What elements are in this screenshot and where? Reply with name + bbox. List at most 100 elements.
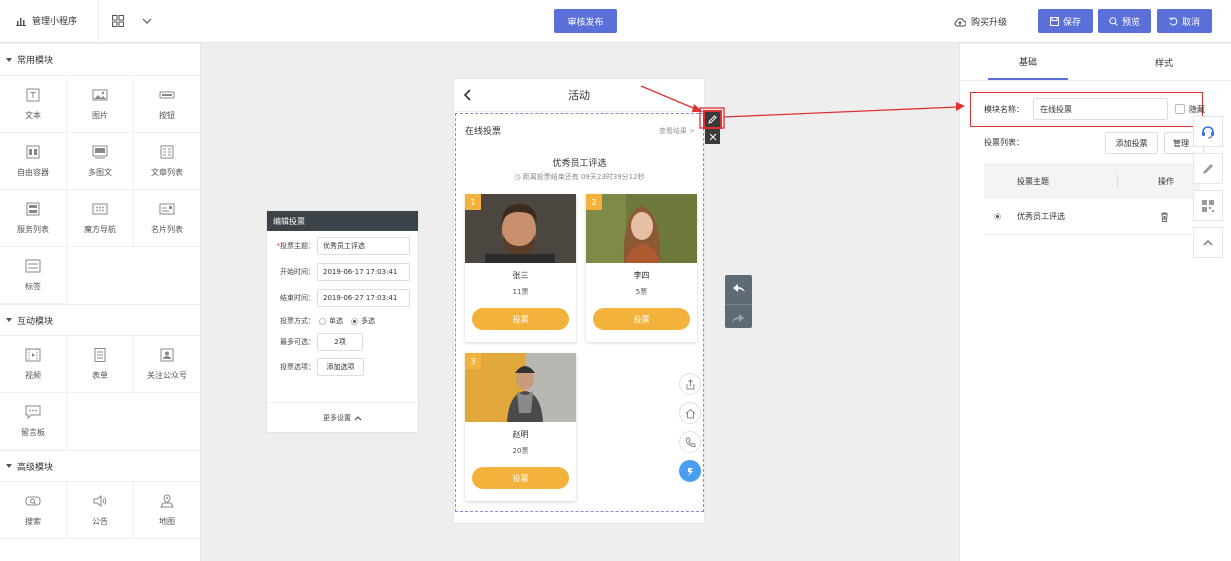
module-message-board[interactable]: 留言板: [0, 393, 67, 450]
multi-image-text-icon: [92, 145, 108, 158]
vote-button[interactable]: 投票: [472, 467, 569, 489]
cube-nav-icon: [92, 203, 108, 214]
more-settings-toggle[interactable]: 更多设置: [267, 402, 418, 433]
share-button[interactable]: [679, 373, 701, 395]
edit-vote-title: 编辑投票: [267, 211, 418, 231]
redo-icon[interactable]: [725, 305, 752, 331]
row-radio[interactable]: [994, 213, 1001, 220]
candidate-name: 赵明: [512, 430, 529, 439]
customer-service-button[interactable]: [1193, 116, 1223, 147]
module-map[interactable]: 地图: [134, 482, 200, 539]
add-vote-button[interactable]: 添加投票: [1105, 132, 1158, 154]
caret-down-icon: [6, 318, 12, 322]
start-time-input[interactable]: 2019-06-17 17:03:41: [317, 263, 410, 281]
upgrade-label: 购买升级: [971, 18, 1008, 28]
phone-button[interactable]: [679, 431, 701, 453]
module-label: 标签: [25, 281, 41, 291]
view-results-link[interactable]: 查看结果 >: [659, 126, 695, 136]
home-button[interactable]: [679, 402, 701, 424]
module-text[interactable]: 文本: [0, 76, 67, 133]
back-to-top-button[interactable]: [1193, 227, 1223, 258]
phone-header: 活动: [454, 79, 704, 112]
edit-tool-button[interactable]: [1193, 153, 1223, 184]
module-follow-account[interactable]: 关注公众号: [134, 336, 200, 393]
back-icon[interactable]: [463, 89, 473, 101]
chevron-down-icon[interactable]: [142, 16, 152, 26]
module-search[interactable]: 搜索: [0, 482, 67, 539]
module-article-list[interactable]: 文章列表: [134, 133, 200, 190]
app-grid-icon[interactable]: [112, 15, 124, 27]
topic-row: *投票主题： 优秀员工评选: [267, 237, 420, 255]
module-label: 表单: [92, 370, 108, 380]
upgrade-link[interactable]: 购买升级: [954, 15, 1007, 28]
undo-icon[interactable]: [725, 275, 752, 301]
phone-title: 活动: [568, 89, 590, 102]
service-button[interactable]: [679, 460, 701, 482]
preview-button[interactable]: 预览: [1098, 9, 1151, 33]
start-time-label: 开始时间：: [280, 268, 315, 276]
app-name: 管理小程序: [32, 17, 78, 27]
interactive-modules-grid: 视频 表单 关注公众号 留言板: [0, 336, 200, 450]
end-time-input[interactable]: 2019-06-27 17:03:41: [317, 289, 410, 307]
module-sidebar: 常用模块 文本 图片 按钮 自由容器 多图文 文章列表 服务列表 魔方导航 名片…: [0, 44, 201, 561]
edit-module-button[interactable]: [703, 110, 722, 129]
vote-table: 投票主题 操作 优秀员工评选: [984, 163, 1200, 235]
advanced-modules-grid: 搜索 公告 地图: [0, 482, 200, 539]
candidate-card: 1 张三 11票 投票: [465, 194, 576, 342]
delete-module-button[interactable]: [705, 129, 720, 144]
module-announcement[interactable]: 公告: [67, 482, 134, 539]
manage-miniprogram[interactable]: 管理小程序: [16, 14, 77, 27]
module-cube-nav[interactable]: 魔方导航: [67, 190, 134, 247]
qrcode-button[interactable]: [1193, 190, 1223, 221]
module-name-input[interactable]: 在线投票: [1033, 98, 1168, 120]
pencil-icon: [708, 115, 717, 124]
trash-icon[interactable]: [1160, 212, 1169, 222]
row-topic: 优秀员工评选: [1017, 212, 1065, 221]
section-common[interactable]: 常用模块: [0, 44, 200, 76]
section-advanced[interactable]: 高级模块: [0, 450, 200, 482]
module-image[interactable]: 图片: [67, 76, 134, 133]
publish-review-button[interactable]: 审核发布: [554, 9, 617, 33]
cancel-button[interactable]: 取消: [1157, 9, 1212, 33]
single-label: 单选: [329, 317, 343, 325]
module-multi-image-text[interactable]: 多图文: [67, 133, 134, 190]
follow-account-icon: [160, 348, 174, 361]
module-video[interactable]: 视频: [0, 336, 67, 393]
save-icon: [1049, 16, 1059, 26]
module-card-list[interactable]: 名片列表: [134, 190, 200, 247]
module-tag[interactable]: 标签: [0, 247, 67, 304]
module-label: 服务列表: [17, 224, 49, 234]
single-choice-radio[interactable]: 单选: [319, 316, 343, 326]
multi-choice-radio[interactable]: 多选: [351, 316, 375, 326]
save-button[interactable]: 保存: [1038, 9, 1093, 33]
candidate-votes: 20票: [512, 447, 529, 455]
property-panel: 基础 样式 模块名称： 在线投票 隐藏 投票列表： 添加投票 管理 投票主题 操…: [959, 44, 1231, 561]
candidate-photo: [586, 194, 697, 263]
max-choices-input[interactable]: 2项: [317, 333, 363, 351]
tab-style[interactable]: 样式: [1124, 44, 1204, 80]
module-form[interactable]: 表单: [67, 336, 134, 393]
tab-basic[interactable]: 基础: [988, 44, 1068, 80]
section-title: 常用模块: [17, 56, 54, 66]
vote-button[interactable]: 投票: [593, 308, 690, 330]
module-button[interactable]: 按钮: [134, 76, 200, 133]
candidate-card: 3 赵明 20票 投票: [465, 353, 576, 501]
module-label: 图片: [92, 110, 108, 120]
preview-label: 预览: [1121, 17, 1140, 28]
module-container[interactable]: 自由容器: [0, 133, 67, 190]
topic-input[interactable]: 优秀员工评选: [317, 237, 410, 255]
end-time-label: 结束时间：: [280, 294, 315, 302]
add-option-button[interactable]: 添加选项: [317, 358, 364, 376]
vote-module[interactable]: 在线投票 查看结果 > 优秀员工评选 ◷ 距离投票结束还有 09天23时39分1…: [455, 113, 704, 512]
vote-mode-row: 投票方式： 单选 多选: [267, 315, 420, 327]
section-interactive[interactable]: 互动模块: [0, 304, 200, 336]
candidate-name: 李四: [633, 271, 650, 280]
module-service-list[interactable]: 服务列表: [0, 190, 67, 247]
cancel-label: 取消: [1181, 17, 1200, 28]
hide-checkbox[interactable]: [1175, 104, 1185, 114]
video-icon: [25, 348, 41, 361]
save-label: 保存: [1062, 17, 1081, 28]
vote-title: 优秀员工评选: [552, 159, 607, 169]
vote-button[interactable]: 投票: [472, 308, 569, 330]
countdown: ◷ 距离投票结束还有 09天23时39分12秒: [514, 173, 645, 181]
